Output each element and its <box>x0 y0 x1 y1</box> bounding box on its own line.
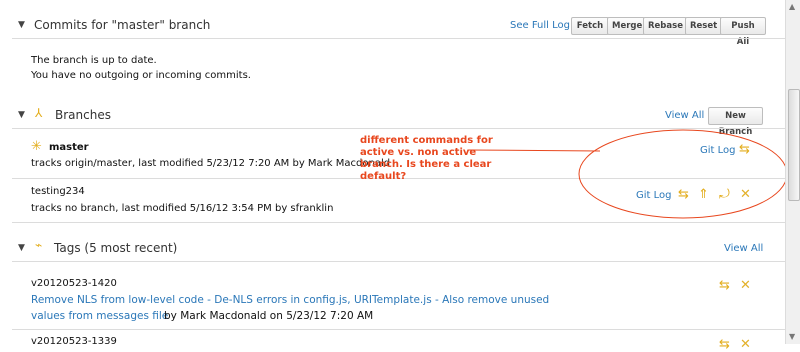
checkout-icon[interactable]: ⇆ <box>719 338 730 351</box>
view-all-tags-link[interactable]: View All <box>724 243 763 254</box>
tag-name: v20120523-1420 <box>31 278 117 289</box>
tags-section-header: ▼ ⌁ Tags (5 most recent) View All <box>0 237 785 259</box>
annotation-ellipse <box>578 129 788 219</box>
divider <box>12 261 785 262</box>
tag-commit-message-link[interactable]: Remove NLS from low-level code - De-NLS … <box>31 294 549 306</box>
tag-commit-message-link[interactable]: values from messages file <box>31 310 168 322</box>
tag-author: by Mark Macdonald on 5/23/12 7:20 AM <box>164 310 374 322</box>
vertical-scrollbar[interactable]: ▲ ▼ <box>785 0 800 344</box>
scroll-up-arrow-icon[interactable]: ▲ <box>789 2 795 11</box>
annotation-line <box>467 149 601 152</box>
tag-name: v20120523-1339 <box>31 336 117 347</box>
scroll-down-arrow-icon[interactable]: ▼ <box>789 332 795 341</box>
annotation-overlay <box>467 129 788 219</box>
checkout-icon[interactable]: ⇆ <box>719 279 730 292</box>
divider <box>12 329 785 330</box>
delete-x-icon[interactable]: ✕ <box>740 279 751 292</box>
tags-title: Tags (5 most recent) <box>54 241 178 255</box>
delete-x-icon[interactable]: ✕ <box>740 338 751 351</box>
git-status-page: ▼ Commits for "master" branch See Full L… <box>0 0 788 351</box>
scrollbar-thumb[interactable] <box>788 89 800 201</box>
collapse-triangle-icon[interactable]: ▼ <box>18 243 25 253</box>
tag-icon: ⌁ <box>35 238 43 252</box>
